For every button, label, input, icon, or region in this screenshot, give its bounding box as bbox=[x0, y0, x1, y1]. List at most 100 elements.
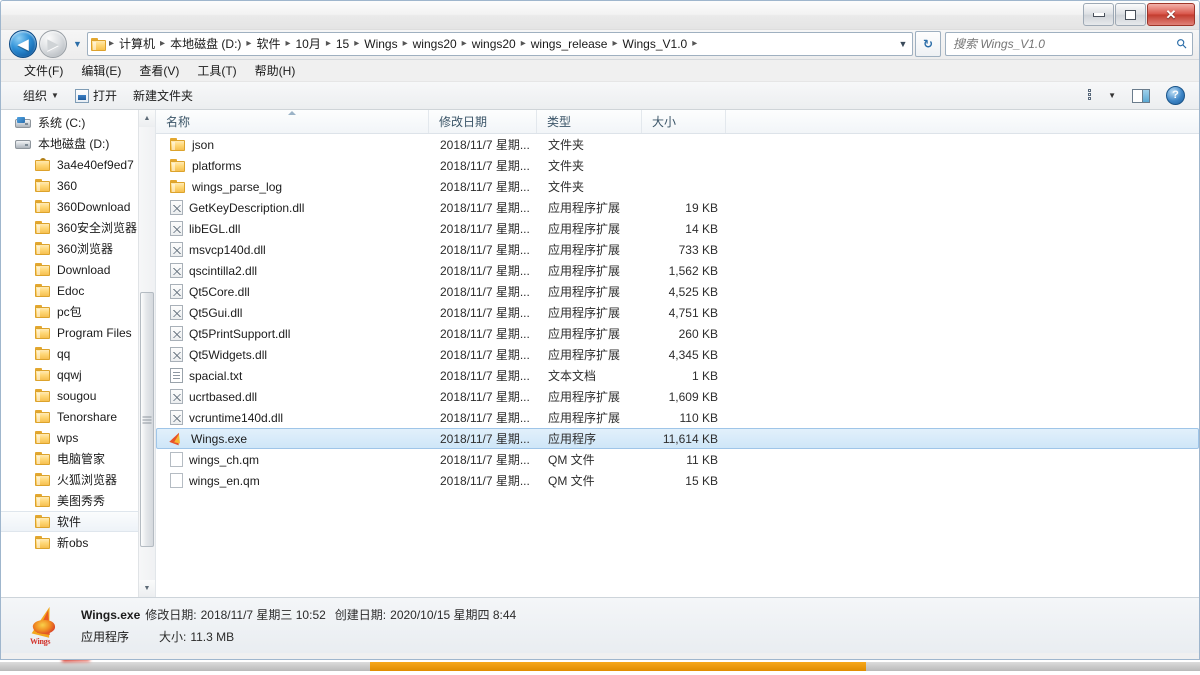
breadcrumb-item-6[interactable]: wings20 bbox=[410, 33, 460, 55]
table-row[interactable]: msvcp140d.dll 2018/11/7 星期... 应用程序扩展 733… bbox=[156, 239, 1199, 260]
preview-pane-button[interactable] bbox=[1124, 86, 1158, 106]
history-dropdown-button[interactable]: ▼ bbox=[70, 39, 85, 49]
breadcrumb-separator[interactable]: ▸ bbox=[158, 33, 167, 55]
breadcrumb-separator[interactable]: ▸ bbox=[324, 33, 333, 55]
back-button[interactable]: ◀ bbox=[9, 30, 37, 58]
new-folder-label: 新建文件夹 bbox=[132, 89, 193, 103]
breadcrumb-item-9[interactable]: Wings_V1.0 bbox=[620, 33, 691, 55]
scrollbar-thumb[interactable] bbox=[140, 292, 154, 547]
file-name-cell: qscintilla2.dll bbox=[157, 263, 430, 278]
breadcrumb-separator[interactable]: ▸ bbox=[244, 33, 253, 55]
menu-view[interactable]: 查看(V) bbox=[130, 60, 188, 81]
file-type-cell: QM 文件 bbox=[548, 474, 595, 488]
search-box[interactable]: ⚲ bbox=[945, 32, 1193, 56]
sidebar-item-360download[interactable]: 360Download bbox=[1, 196, 155, 217]
table-row[interactable]: qscintilla2.dll 2018/11/7 星期... 应用程序扩展 1… bbox=[156, 260, 1199, 281]
minimize-button[interactable] bbox=[1083, 3, 1114, 26]
breadcrumb-item-7[interactable]: wings20 bbox=[469, 33, 519, 55]
breadcrumb-item-8[interactable]: wings_release bbox=[528, 33, 611, 55]
sidebar-item-software[interactable]: 软件 bbox=[1, 511, 155, 532]
sidebar-item-360[interactable]: 360 bbox=[1, 175, 155, 196]
breadcrumb-item-2[interactable]: 软件 bbox=[253, 33, 283, 55]
new-folder-button[interactable]: 新建文件夹 bbox=[125, 84, 201, 107]
sidebar-scrollbar[interactable]: ▲ ▼ bbox=[138, 110, 155, 597]
chevron-down-icon[interactable]: ▼ bbox=[894, 39, 912, 49]
sidebar-item-system-c[interactable]: 系统 (C:) bbox=[1, 112, 155, 133]
table-row[interactable]: Qt5Widgets.dll 2018/11/7 星期... 应用程序扩展 4,… bbox=[156, 344, 1199, 365]
breadcrumb-separator[interactable]: ▸ bbox=[352, 33, 361, 55]
column-header-type[interactable]: 类型 bbox=[537, 110, 642, 133]
dll-icon bbox=[170, 305, 183, 320]
breadcrumb-separator[interactable]: ▸ bbox=[610, 33, 619, 55]
sidebar-item-qq[interactable]: qq bbox=[1, 343, 155, 364]
breadcrumb-separator[interactable]: ▸ bbox=[690, 33, 699, 55]
sidebar-item-360-browser[interactable]: 360浏览器 bbox=[1, 238, 155, 259]
breadcrumb-separator[interactable]: ▸ bbox=[283, 33, 292, 55]
sidebar-item-new-obs[interactable]: 新obs bbox=[1, 532, 155, 553]
table-row[interactable]: wings_parse_log 2018/11/7 星期... 文件夹 bbox=[156, 176, 1199, 197]
sidebar-item-360-secure-browser[interactable]: 360安全浏览器 bbox=[1, 217, 155, 238]
table-row[interactable]: spacial.txt 2018/11/7 星期... 文本文档 1 KB bbox=[156, 365, 1199, 386]
maximize-button[interactable] bbox=[1115, 3, 1146, 26]
sidebar-item-program-files[interactable]: Program Files bbox=[1, 322, 155, 343]
sidebar-item-qqwj[interactable]: qqwj bbox=[1, 364, 155, 385]
search-input[interactable] bbox=[946, 37, 1172, 51]
breadcrumb-separator[interactable]: ▸ bbox=[519, 33, 528, 55]
table-row-selected[interactable]: Wings.exe 2018/11/7 星期... 应用程序 11,614 KB bbox=[156, 428, 1199, 449]
sidebar-item-download[interactable]: Download bbox=[1, 259, 155, 280]
table-row[interactable]: json 2018/11/7 星期... 文件夹 bbox=[156, 134, 1199, 155]
table-row[interactable]: wings_en.qm 2018/11/7 星期... QM 文件 15 KB bbox=[156, 470, 1199, 491]
sidebar-item-sougou[interactable]: sougou bbox=[1, 385, 155, 406]
table-row[interactable]: GetKeyDescription.dll 2018/11/7 星期... 应用… bbox=[156, 197, 1199, 218]
close-button[interactable]: ✕ bbox=[1147, 3, 1195, 26]
scroll-up-button[interactable]: ▲ bbox=[139, 110, 155, 127]
organize-button[interactable]: 组织 ▼ bbox=[15, 84, 67, 107]
dll-icon bbox=[170, 389, 183, 404]
column-header-date-modified[interactable]: 修改日期 bbox=[429, 110, 537, 133]
table-row[interactable]: Qt5Core.dll 2018/11/7 星期... 应用程序扩展 4,525… bbox=[156, 281, 1199, 302]
table-row[interactable]: ucrtbased.dll 2018/11/7 星期... 应用程序扩展 1,6… bbox=[156, 386, 1199, 407]
file-name-label: GetKeyDescription.dll bbox=[189, 200, 305, 215]
breadcrumb-item-5[interactable]: Wings bbox=[361, 33, 400, 55]
table-row[interactable]: libEGL.dll 2018/11/7 星期... 应用程序扩展 14 KB bbox=[156, 218, 1199, 239]
open-button[interactable]: 打开 bbox=[67, 84, 125, 107]
qm-file-icon bbox=[170, 452, 183, 467]
breadcrumb-separator[interactable]: ▸ bbox=[401, 33, 410, 55]
sidebar-item-local-disk-d[interactable]: 本地磁盘 (D:) bbox=[1, 133, 155, 154]
menu-help[interactable]: 帮助(H) bbox=[246, 60, 305, 81]
breadcrumb-item-3[interactable]: 10月 bbox=[292, 33, 323, 55]
sidebar-item-tenorshare[interactable]: Tenorshare bbox=[1, 406, 155, 427]
sidebar-item-wps[interactable]: wps bbox=[1, 427, 155, 448]
refresh-button[interactable]: ↻ bbox=[915, 31, 941, 57]
scroll-down-button[interactable]: ▼ bbox=[139, 580, 155, 597]
table-row[interactable]: Qt5Gui.dll 2018/11/7 星期... 应用程序扩展 4,751 … bbox=[156, 302, 1199, 323]
sidebar-item-computer-manager[interactable]: 电脑管家 bbox=[1, 448, 155, 469]
column-header-name[interactable]: 名称 bbox=[156, 110, 429, 133]
details-modified-label: 修改日期: bbox=[145, 608, 197, 622]
table-row[interactable]: wings_ch.qm 2018/11/7 星期... QM 文件 11 KB bbox=[156, 449, 1199, 470]
breadcrumb-address-bar[interactable]: ▸ 计算机 ▸ 本地磁盘 (D:) ▸ 软件 ▸ 10月 ▸ 15 ▸ Wing… bbox=[87, 32, 913, 56]
breadcrumb-item-4[interactable]: 15 bbox=[333, 33, 352, 55]
menu-tools[interactable]: 工具(T) bbox=[188, 60, 245, 81]
help-button[interactable]: ? bbox=[1158, 83, 1193, 108]
sidebar-item-meitu[interactable]: 美图秀秀 bbox=[1, 490, 155, 511]
breadcrumb-separator[interactable]: ▸ bbox=[460, 33, 469, 55]
sidebar-item-pc-package[interactable]: pc包 bbox=[1, 301, 155, 322]
file-date-cell: 2018/11/7 星期... bbox=[440, 201, 530, 215]
breadcrumb-item-0[interactable]: 计算机 bbox=[116, 33, 158, 55]
sidebar-item-3a4e40ef9ed7[interactable]: 3a4e40ef9ed7 bbox=[1, 154, 155, 175]
folder-icon bbox=[35, 220, 51, 235]
sidebar-item-label: 360安全浏览器 bbox=[57, 221, 138, 235]
change-view-button[interactable]: ▼ bbox=[1080, 86, 1124, 106]
menu-file[interactable]: 文件(F) bbox=[15, 60, 72, 81]
sidebar-item-edoc[interactable]: Edoc bbox=[1, 280, 155, 301]
table-row[interactable]: platforms 2018/11/7 星期... 文件夹 bbox=[156, 155, 1199, 176]
column-header-size[interactable]: 大小 bbox=[642, 110, 726, 133]
breadcrumb-item-1[interactable]: 本地磁盘 (D:) bbox=[167, 33, 244, 55]
table-row[interactable]: vcruntime140d.dll 2018/11/7 星期... 应用程序扩展… bbox=[156, 407, 1199, 428]
forward-button[interactable]: ▶ bbox=[39, 30, 67, 58]
menu-edit[interactable]: 编辑(E) bbox=[72, 60, 130, 81]
sidebar-item-firefox-browser[interactable]: 火狐浏览器 bbox=[1, 469, 155, 490]
table-row[interactable]: Qt5PrintSupport.dll 2018/11/7 星期... 应用程序… bbox=[156, 323, 1199, 344]
file-name-label: json bbox=[192, 137, 215, 152]
